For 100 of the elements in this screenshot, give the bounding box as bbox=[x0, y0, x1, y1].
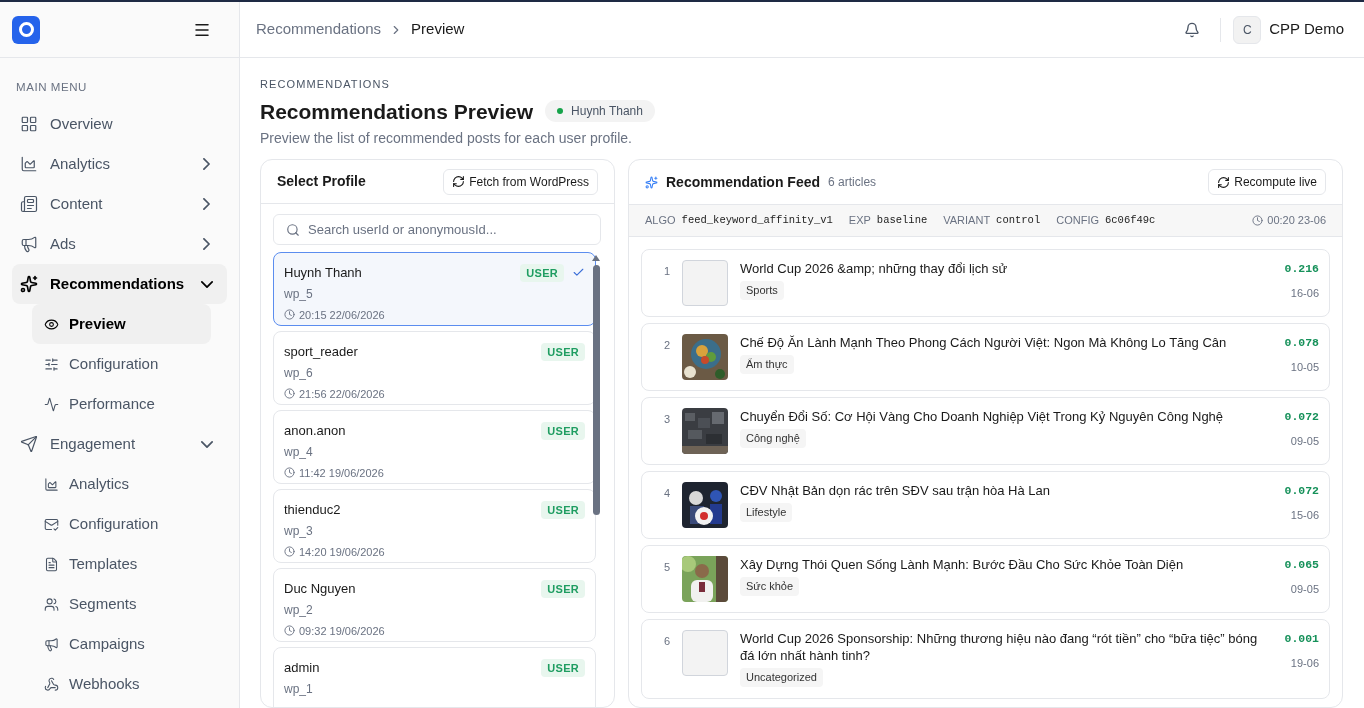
article-card[interactable]: 2 Chế Độ Ăn Lành Mạnh Theo Phong Cách Người Việt: Ngon Mà Không Lo Tăng Cân Ẩm thực 0.078 10-05 bbox=[641, 323, 1330, 391]
profile-name: anon.anon bbox=[284, 422, 346, 440]
profile-card[interactable]: Duc Nguyen USER wp_2 09:32 19/06/2026 bbox=[273, 568, 596, 642]
article-date: 09-05 bbox=[1290, 434, 1319, 450]
recompute-button[interactable]: Recompute live bbox=[1208, 169, 1326, 195]
article-card[interactable]: 6 World Cup 2026 Sponsorship: Những thương hiệu nào đang “rót tiền” cho “bữa tiệc” bóng đá lớn nhất hành tinh? Uncategorized 0.001 19-06 bbox=[641, 619, 1330, 699]
submenu-item-icon bbox=[44, 636, 59, 652]
submenu-item-icon bbox=[44, 316, 59, 332]
submenu-item[interactable]: Configuration bbox=[32, 504, 211, 545]
article-date: 10-05 bbox=[1290, 360, 1319, 376]
search-input[interactable]: Search userId or anonymousId... bbox=[308, 219, 588, 240]
article-title: World Cup 2026 Sponsorship: Những thương hiệu nào đang “rót tiền” cho “bữa tiệc” bóng đá lớn nhất hành tinh? bbox=[740, 630, 1259, 664]
profile-card[interactable]: sport_reader USER wp_6 21:56 22/06/2026 bbox=[273, 331, 596, 405]
profile-card[interactable]: anon.anon USER wp_4 11:42 19/06/2026 bbox=[273, 410, 596, 484]
profile-name: Huynh Thanh bbox=[284, 264, 362, 282]
article-title: CĐV Nhật Bản dọn rác trên SĐV sau trận hòa Hà Lan bbox=[740, 482, 1051, 499]
submenu-item[interactable]: Analytics bbox=[32, 464, 211, 505]
article-score: 0.078 bbox=[1284, 335, 1319, 351]
refresh-icon bbox=[1217, 175, 1231, 189]
article-date: 09-05 bbox=[1290, 582, 1319, 598]
profile-badge: Huynh Thanh bbox=[545, 100, 655, 123]
article-score: 0.072 bbox=[1284, 409, 1319, 425]
article-card[interactable]: 3 Chuyển Đổi Số: Cơ Hội Vàng Cho Doanh Nghiệp Việt Trong Kỷ Nguyên Công Nghệ Công nghệ 0.072 09-05 bbox=[641, 397, 1330, 465]
profile-card[interactable]: admin USER wp_1 bbox=[273, 647, 596, 707]
submenu-item-icon bbox=[44, 556, 59, 572]
profile-card[interactable]: thienduc2 USER wp_3 14:20 19/06/2026 bbox=[273, 489, 596, 563]
profile-name: sport_reader bbox=[284, 343, 358, 361]
menu-item-icon bbox=[20, 115, 38, 134]
sidebar-item[interactable]: Overview bbox=[12, 104, 227, 145]
clock-icon bbox=[284, 388, 295, 400]
sidebar-item[interactable]: Content bbox=[12, 184, 227, 225]
article-rank: 3 bbox=[662, 412, 670, 427]
meta-label: VARIANT bbox=[943, 213, 991, 229]
article-card[interactable]: 1 World Cup 2026 &amp; những thay đổi lịch sử Sports 0.216 16-06 bbox=[641, 249, 1330, 317]
profile-name: Duc Nguyen bbox=[284, 580, 356, 598]
submenu-item[interactable]: Preview bbox=[32, 304, 211, 345]
menu-item-icon bbox=[20, 155, 38, 174]
article-title: Chuyển Đổi Số: Cơ Hội Vàng Cho Doanh Nghiệp Việt Trong Kỷ Nguyên Công Nghệ bbox=[740, 408, 1225, 425]
avatar[interactable]: C bbox=[1233, 15, 1262, 44]
sparkle-icon bbox=[645, 175, 658, 189]
fetch-button[interactable]: Fetch from WordPress bbox=[443, 168, 598, 195]
article-score: 0.072 bbox=[1284, 483, 1319, 499]
thumbnail-placeholder bbox=[682, 260, 728, 306]
chevron-down-icon bbox=[201, 280, 213, 288]
category-tag: Công nghệ bbox=[740, 429, 806, 448]
profile-id: wp_6 bbox=[284, 364, 314, 382]
chevron-right-icon bbox=[203, 158, 210, 171]
submenu-item[interactable]: Templates bbox=[32, 544, 211, 585]
sidebar-item[interactable]: Engagement bbox=[12, 424, 227, 465]
submenu-item[interactable]: Performance bbox=[32, 384, 211, 425]
submenu-item-icon bbox=[44, 596, 59, 612]
profile-card[interactable]: Huynh Thanh USER wp_5 20:15 22/06/2026 bbox=[273, 252, 596, 326]
article-score: 0.065 bbox=[1284, 557, 1319, 573]
computed-time: 00:20 23-06 bbox=[1267, 213, 1326, 229]
profile-id: wp_2 bbox=[284, 601, 314, 619]
profile-id: wp_3 bbox=[284, 522, 314, 540]
article-title: Chế Độ Ăn Lành Mạnh Theo Phong Cách Người Việt: Ngon Mà Không Lo Tăng Cân bbox=[740, 334, 1228, 351]
search-field[interactable]: Search userId or anonymousId... bbox=[273, 214, 601, 245]
sidebar-item[interactable]: Recommendations bbox=[12, 264, 227, 305]
sidebar-item[interactable]: Ads bbox=[12, 224, 227, 265]
clock-icon bbox=[284, 467, 295, 479]
meta-value: control bbox=[996, 212, 1041, 228]
article-card[interactable]: 5 Xây Dựng Thói Quen Sống Lành Mạnh: Bước Đầu Cho Sức Khỏe Toàn Diện Sức khỏe 0.065 09-05 bbox=[641, 545, 1330, 613]
profile-time: 21:56 22/06/2026 bbox=[299, 386, 385, 402]
page-eyebrow: RECOMMENDATIONS bbox=[260, 77, 391, 92]
submenu-item-icon bbox=[44, 476, 59, 492]
article-rank: 6 bbox=[662, 634, 670, 649]
section-title: MAIN MENU bbox=[16, 80, 88, 95]
profile-name: thienduc2 bbox=[284, 501, 341, 519]
category-tag: Sức khỏe bbox=[740, 577, 800, 596]
meta-label: ALGO bbox=[645, 213, 676, 229]
submenu-item[interactable]: Configuration bbox=[32, 344, 211, 385]
category-tag: Lifestyle bbox=[740, 503, 793, 522]
article-score: 0.216 bbox=[1284, 261, 1319, 277]
article-score: 0.001 bbox=[1284, 631, 1319, 647]
submenu-item[interactable]: Segments bbox=[32, 584, 211, 625]
chevron-right-icon bbox=[203, 238, 210, 251]
article-date: 16-06 bbox=[1290, 286, 1319, 302]
article-rank: 4 bbox=[662, 486, 670, 501]
profile-time: 20:15 22/06/2026 bbox=[299, 307, 385, 323]
article-rank: 2 bbox=[662, 338, 670, 353]
breadcrumb[interactable]: Recommendations bbox=[256, 18, 382, 41]
category-tag: Sports bbox=[740, 281, 784, 300]
clock-icon bbox=[284, 546, 295, 558]
profile-id: wp_5 bbox=[284, 285, 314, 303]
submenu-item-icon bbox=[44, 356, 59, 372]
article-rank: 5 bbox=[662, 560, 670, 575]
article-title: World Cup 2026 &amp; những thay đổi lịch sử bbox=[740, 260, 1009, 277]
role-badge: USER bbox=[541, 500, 585, 519]
scrollbar[interactable] bbox=[592, 255, 600, 515]
submenu-item[interactable]: Campaigns bbox=[32, 624, 211, 665]
profile-id: wp_4 bbox=[284, 443, 314, 461]
search-icon bbox=[286, 222, 300, 237]
article-card[interactable]: 4 CĐV Nhật Bản dọn rác trên SĐV sau trận hòa Hà Lan Lifestyle 0.072 15-06 bbox=[641, 471, 1330, 539]
meta-value: 6c06f49c bbox=[1105, 212, 1156, 228]
notification-icon[interactable] bbox=[1184, 21, 1201, 38]
role-badge: USER bbox=[520, 263, 564, 282]
submenu-item-icon bbox=[44, 396, 59, 412]
submenu-item[interactable]: Webhooks bbox=[32, 664, 211, 705]
sidebar-item[interactable]: Analytics bbox=[12, 144, 227, 185]
